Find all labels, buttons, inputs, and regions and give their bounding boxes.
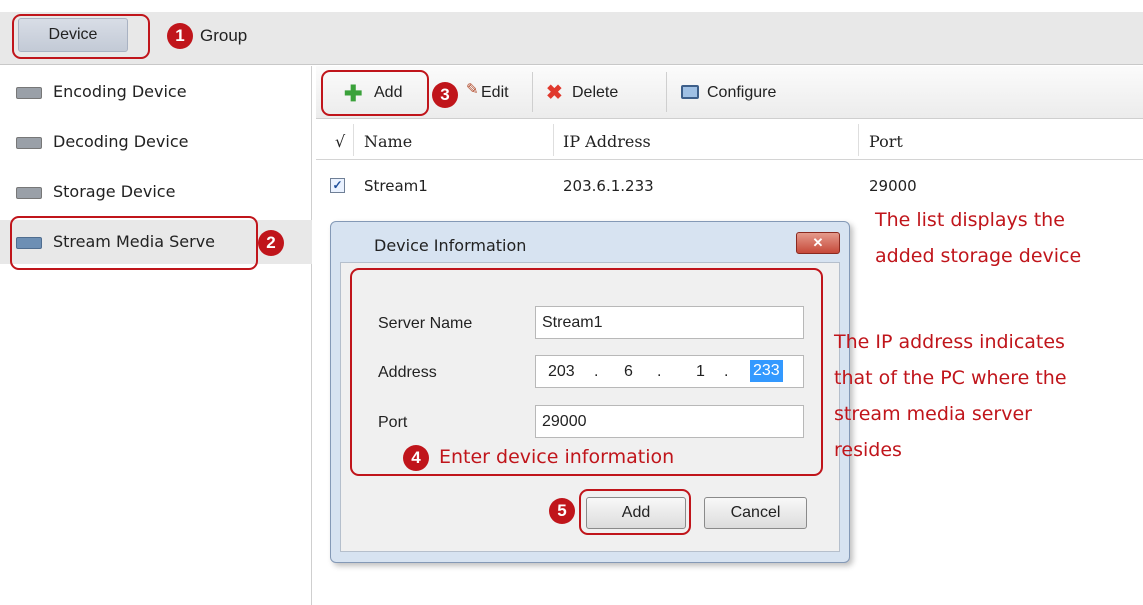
note-ip-line: that of the PC where the	[834, 367, 1067, 389]
configure-button[interactable]: Configure	[707, 84, 776, 102]
sidebar-item-decoding-device[interactable]: Decoding Device	[0, 120, 312, 164]
highlight-dialog-add-button	[579, 489, 691, 535]
column-divider	[858, 124, 859, 156]
step-number-4: 4	[403, 445, 429, 471]
note-list-line: added storage device	[875, 245, 1082, 267]
sidebar-item-label: Encoding Device	[53, 82, 187, 101]
close-icon[interactable]: ✕	[796, 232, 840, 254]
sidebar-item-label: Storage Device	[53, 182, 176, 201]
column-divider	[353, 124, 354, 156]
edit-pencil-icon: ✎	[466, 81, 479, 98]
monitor-icon	[681, 85, 699, 99]
tab-group[interactable]: Group	[200, 26, 247, 46]
note-ip-line: stream media server	[834, 403, 1032, 425]
column-divider	[553, 124, 554, 156]
storage-icon	[16, 187, 42, 199]
column-name[interactable]: Name	[364, 132, 412, 151]
step-number-5: 5	[549, 498, 575, 524]
sidebar-item-storage-device[interactable]: Storage Device	[0, 170, 312, 214]
row-checkbox[interactable]: ✓	[330, 178, 345, 193]
decoder-icon	[16, 137, 42, 149]
note-list-line: The list displays the	[875, 209, 1065, 231]
sidebar-item-label: Decoding Device	[53, 132, 189, 151]
step-number-3: 3	[432, 82, 458, 108]
highlight-stream-media-server	[10, 216, 258, 270]
note-ip-line: resides	[834, 439, 902, 461]
cell-port: 29000	[869, 177, 917, 195]
step-number-1: 1	[167, 23, 193, 49]
delete-button[interactable]: Delete	[572, 84, 618, 102]
highlight-add-button	[321, 70, 429, 116]
sidebar-item-encoding-device[interactable]: Encoding Device	[0, 70, 312, 114]
dialog-title: Device Information	[374, 236, 527, 255]
toolbar-divider	[666, 72, 667, 112]
column-check: √	[335, 132, 346, 151]
cell-name: Stream1	[364, 177, 428, 195]
delete-x-icon: ✖	[546, 82, 563, 104]
toolbar-divider	[532, 72, 533, 112]
edit-button[interactable]: Edit	[481, 84, 509, 102]
dialog-cancel-button[interactable]: Cancel	[704, 497, 807, 529]
column-ip-address[interactable]: IP Address	[563, 132, 651, 151]
grid-header	[316, 120, 1143, 160]
column-port[interactable]: Port	[869, 132, 903, 151]
cell-ip-address: 203.6.1.233	[563, 177, 654, 195]
encoder-icon	[16, 87, 42, 99]
note-ip-line: The IP address indicates	[834, 331, 1065, 353]
step-number-2: 2	[258, 230, 284, 256]
highlight-device-tab	[12, 14, 150, 59]
step4-caption: Enter device information	[439, 446, 675, 468]
